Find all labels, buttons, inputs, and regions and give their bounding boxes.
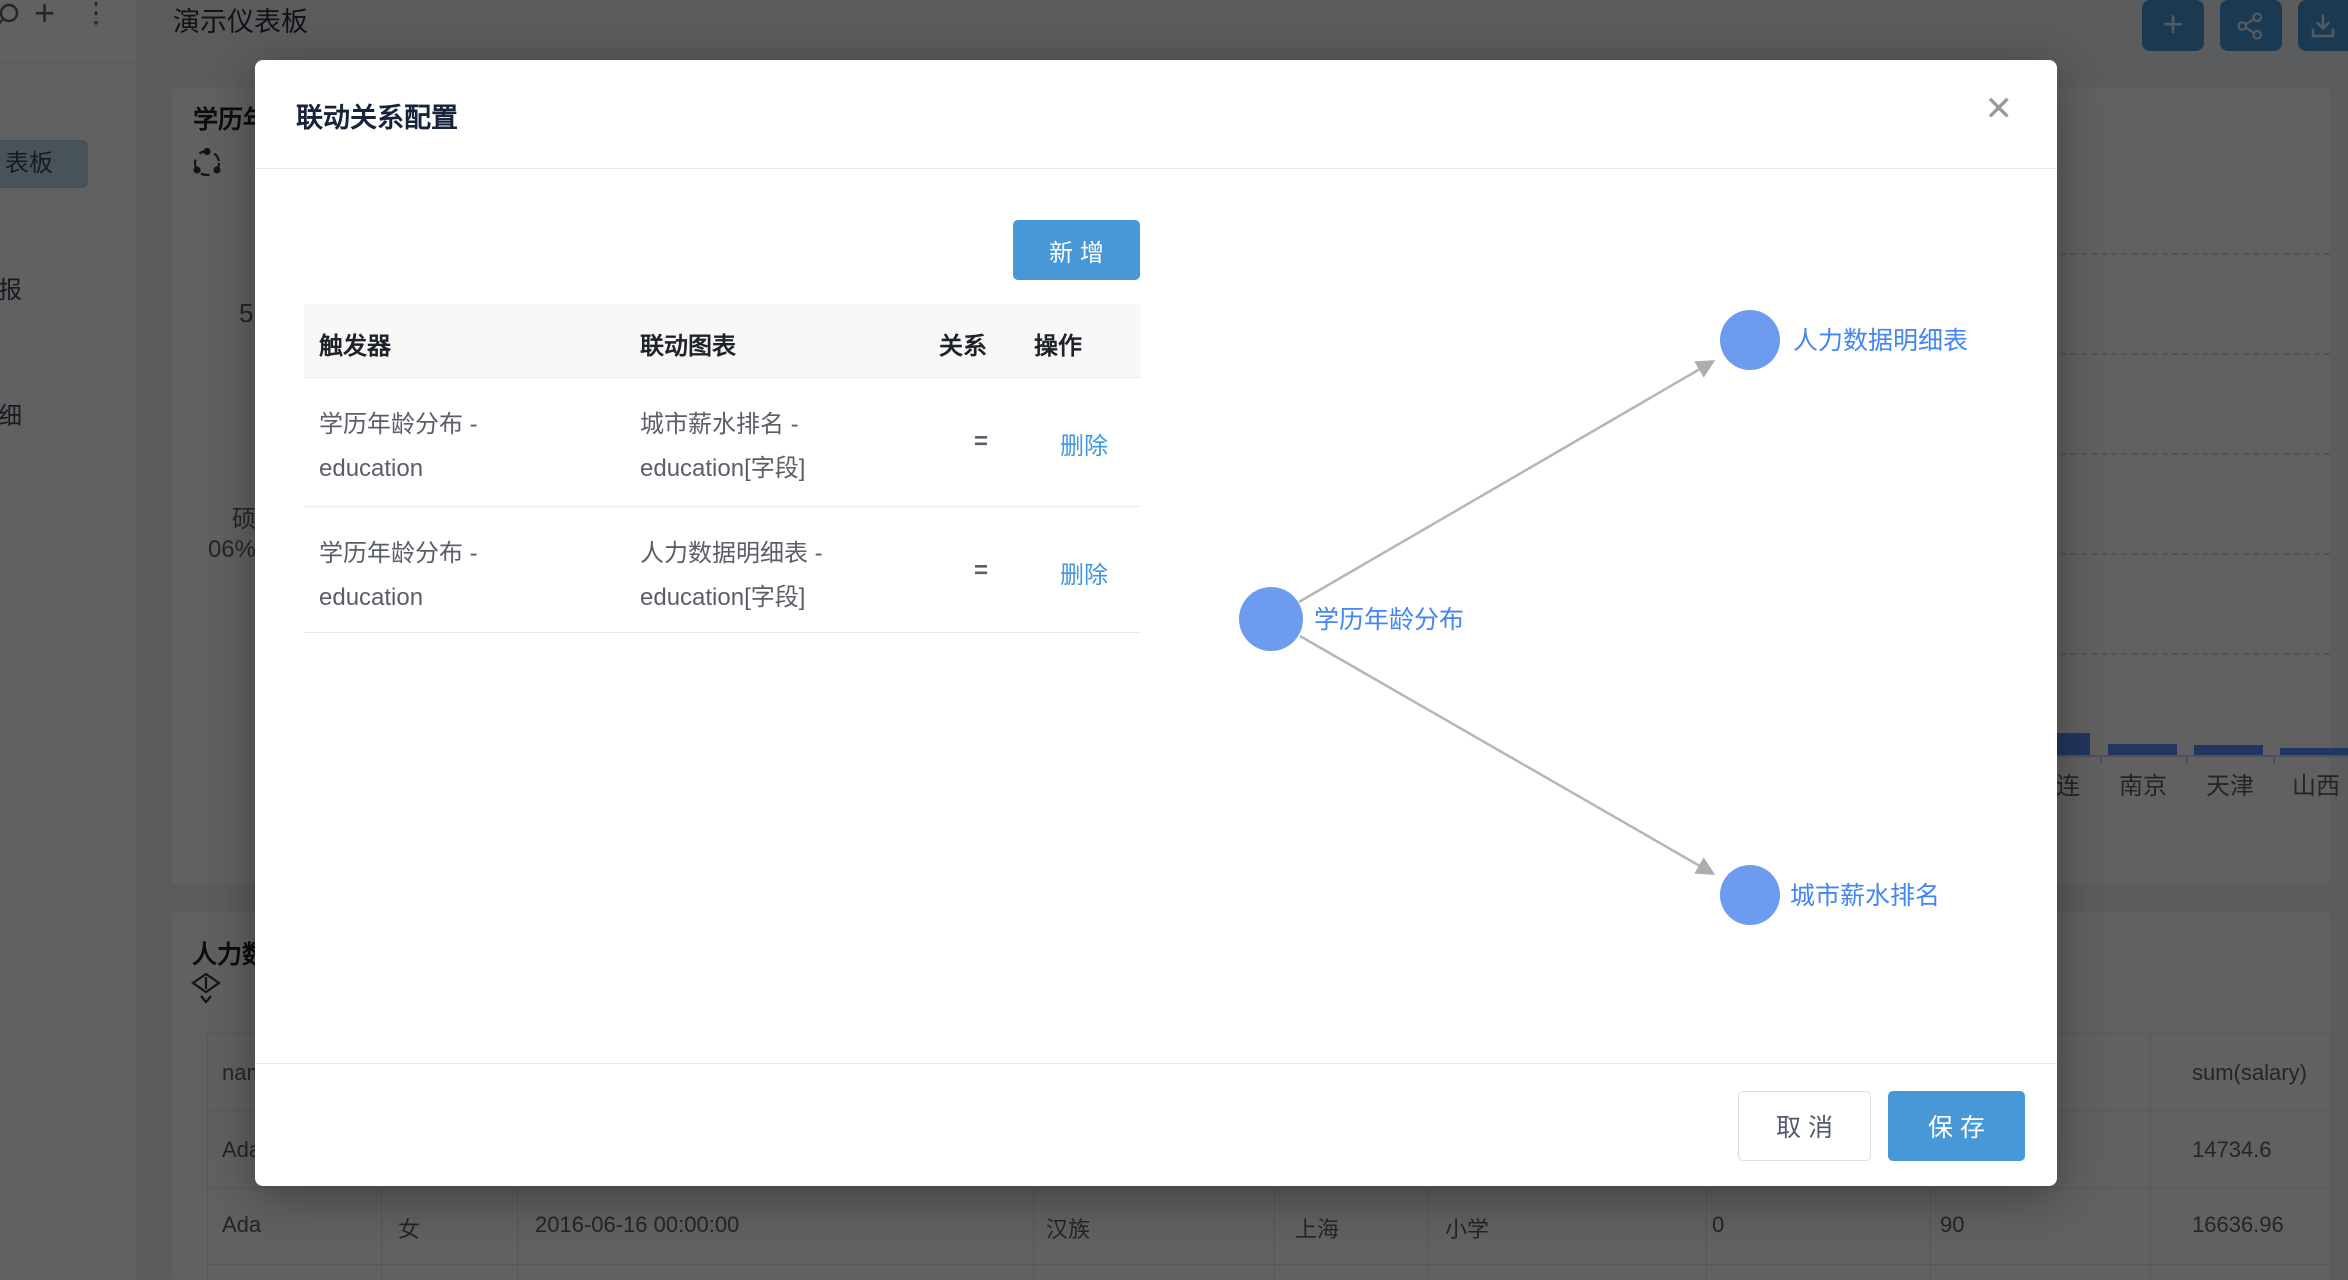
target-line2: education[字段]	[640, 576, 823, 620]
linkage-graph: 学历年龄分布 人力数据明细表 城市薪水排名	[1150, 200, 2057, 1060]
graph-node-label: 人力数据明细表	[1793, 327, 1968, 355]
col-action: 操作	[1034, 326, 1082, 361]
delete-link[interactable]: 删除	[1060, 426, 1108, 461]
linked-chart-cell: 城市薪水排名 - education[字段]	[640, 403, 805, 491]
trigger-cell: 学历年龄分布 - education	[319, 403, 478, 491]
edge-to-top-node	[1299, 362, 1712, 602]
row-divider	[304, 632, 1141, 633]
trigger-cell: 学历年龄分布 - education	[319, 532, 478, 620]
dialog-footer-divider	[255, 1063, 2057, 1064]
relation-cell: =	[974, 428, 988, 456]
dialog-title: 联动关系配置	[296, 96, 458, 135]
graph-node-label: 城市薪水排名	[1790, 882, 1940, 910]
graph-node-hr-detail[interactable]	[1720, 310, 1780, 370]
graph-node-city-salary[interactable]	[1720, 865, 1780, 925]
cancel-button[interactable]: 取 消	[1738, 1091, 1871, 1161]
trigger-line2: education	[319, 576, 478, 620]
col-linked-chart: 联动图表	[640, 326, 736, 361]
dialog-header-divider	[255, 168, 2057, 169]
delete-link[interactable]: 删除	[1060, 555, 1108, 590]
target-line2: education[字段]	[640, 447, 805, 491]
target-line1: 人力数据明细表 -	[640, 532, 823, 576]
add-linkage-button[interactable]: 新 增	[1013, 220, 1140, 280]
row-divider	[304, 377, 1141, 378]
relation-cell: =	[974, 557, 988, 585]
close-icon[interactable]: ✕	[1985, 92, 2014, 126]
col-relation: 关系	[939, 326, 987, 361]
linked-chart-cell: 人力数据明细表 - education[字段]	[640, 532, 823, 620]
trigger-line2: education	[319, 447, 478, 491]
trigger-line1: 学历年龄分布 -	[319, 532, 478, 576]
linkage-config-dialog: 联动关系配置 ✕ 新 增 触发器 联动图表 关系 操作 学历年龄分布 - edu…	[255, 60, 2057, 1186]
trigger-line1: 学历年龄分布 -	[319, 403, 478, 447]
graph-node-education-age[interactable]	[1239, 587, 1303, 651]
col-trigger: 触发器	[319, 326, 391, 361]
graph-node-label: 学历年龄分布	[1314, 606, 1464, 634]
edge-to-bottom-node	[1300, 636, 1712, 873]
row-divider	[304, 506, 1141, 507]
save-button[interactable]: 保 存	[1888, 1091, 2025, 1161]
target-line1: 城市薪水排名 -	[640, 403, 805, 447]
